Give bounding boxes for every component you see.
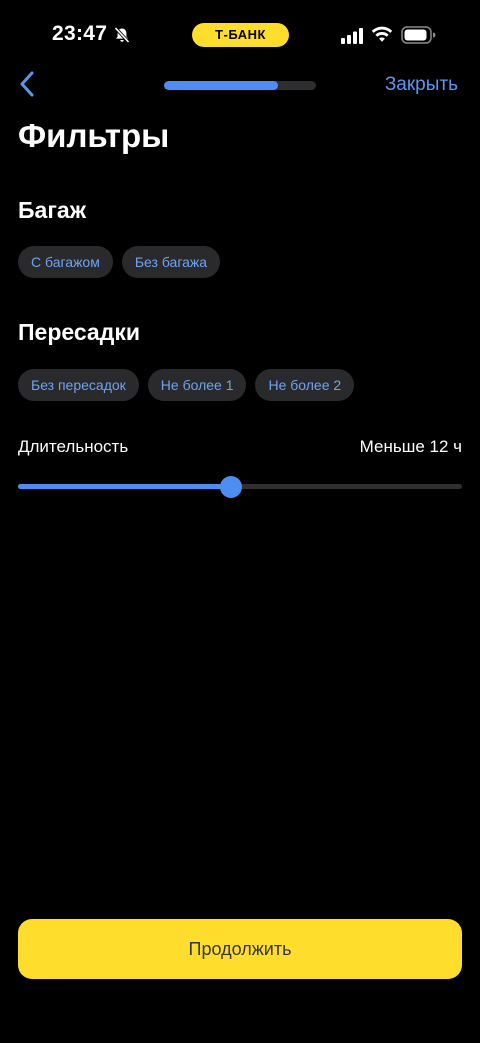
step-progress-bar [164,81,316,90]
chip-max-2-transfers[interactable]: Не более 2 [255,369,355,401]
page-title: Фильтры [18,117,170,154]
chevron-left-icon [20,71,34,97]
chip-with-baggage[interactable]: С багажом [18,246,113,278]
bell-muted-icon [114,26,130,44]
duration-value: Меньше 12 ч [359,437,462,456]
chip-max-1-transfer[interactable]: Не более 1 [147,369,247,401]
carrier-pill: Т-БАНК [192,23,289,47]
slider-fill [18,484,232,489]
step-progress-fill [164,81,278,90]
cellular-signal-icon [341,27,363,44]
status-bar: 23:47 Т-БАНК [0,0,480,70]
duration-slider[interactable] [18,475,462,499]
transfer-options: Без пересадок Не более 1 Не более 2 [18,369,355,401]
battery-icon [401,26,436,44]
baggage-options: С багажом Без багажа [18,246,221,278]
chip-no-transfers[interactable]: Без пересадок [18,369,139,401]
baggage-heading: Багаж [18,197,87,223]
wifi-icon [371,26,393,42]
status-time: 23:47 [52,22,108,45]
close-button[interactable]: Закрыть [385,74,458,96]
continue-button[interactable]: Продолжить [18,919,462,979]
duration-label: Длительность [18,437,129,456]
transfers-heading: Пересадки [18,319,140,345]
chip-without-baggage[interactable]: Без багажа [121,246,221,278]
slider-thumb[interactable] [220,476,243,498]
back-button[interactable] [10,66,44,102]
